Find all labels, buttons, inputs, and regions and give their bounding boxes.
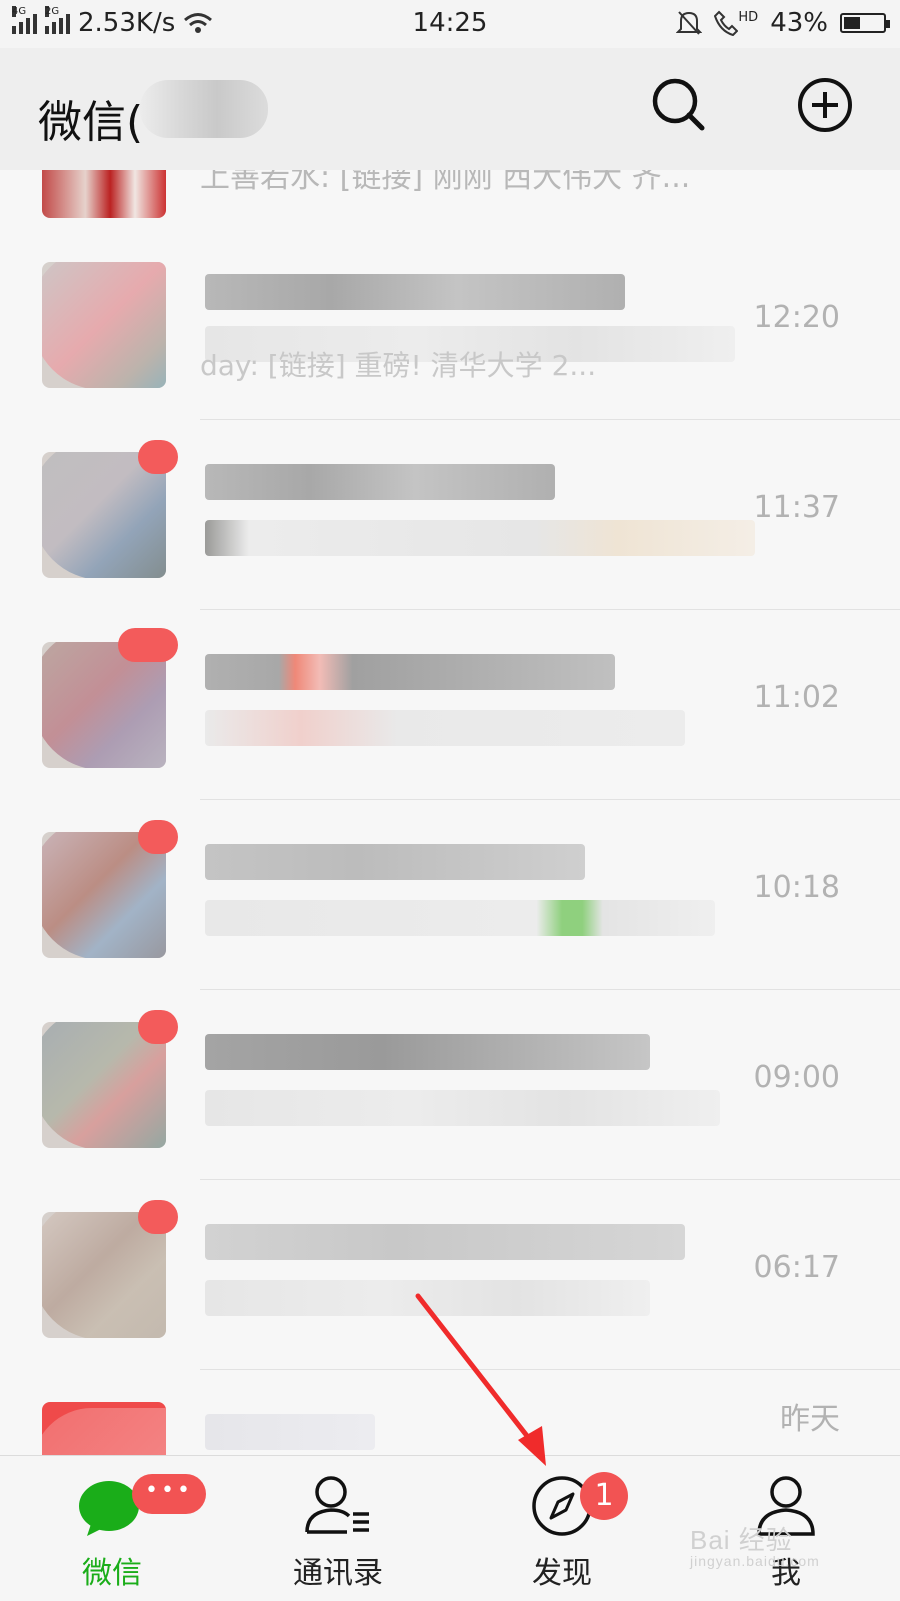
chat-time: 06:17 (753, 1250, 840, 1285)
discover-badge: 1 (580, 1472, 628, 1520)
blurred-chat-name (205, 1224, 685, 1260)
tab-contacts[interactable]: 通讯录 (258, 1456, 418, 1601)
search-icon (652, 78, 705, 131)
chat-time: 10:18 (753, 870, 840, 905)
tab-label: 发现 (532, 1556, 592, 1591)
status-right: HD 43% (676, 8, 890, 38)
battery-icon (840, 13, 890, 33)
chat-list[interactable]: 上善若水: [链接] 刚刚 西大伟大 齐... day: [链接] 重磅! 清华… (0, 170, 900, 1455)
unread-badge (138, 1200, 178, 1234)
watermark-brand: Bai 经验 (690, 1525, 793, 1555)
app-header: 微信( (0, 48, 900, 170)
chat-preview-text: day: [链接] 重磅! 清华大学 2... (200, 349, 597, 382)
chat-time: 09:00 (753, 1060, 840, 1095)
unread-more-badge: ••• (132, 1474, 206, 1514)
unread-badge (138, 820, 178, 854)
chat-row[interactable]: 09:00 (0, 990, 900, 1180)
chat-time: 11:02 (753, 680, 840, 715)
contacts-icon (305, 1476, 369, 1534)
blurred-chat-name (205, 654, 615, 690)
unread-badge (118, 628, 178, 662)
chat-time: 昨天 (780, 1402, 840, 1437)
chat-row-partial-top[interactable]: 上善若水: [链接] 刚刚 西大伟大 齐... (0, 170, 900, 230)
blurred-chat-name (205, 1034, 650, 1070)
status-bar: 4G 2G 2.53K/s 14:25 HD 43% (0, 0, 900, 48)
blurred-chat-preview (205, 1090, 720, 1126)
blurred-chat-preview (205, 520, 755, 556)
plus-circle-icon (798, 78, 852, 132)
chat-time: 12:20 (753, 300, 840, 335)
search-button[interactable] (646, 72, 712, 138)
unread-badge (138, 440, 178, 474)
chat-row[interactable]: 昨天 (0, 1370, 900, 1455)
blurred-chat-preview (205, 710, 685, 746)
battery-percent: 43% (770, 8, 828, 38)
blurred-chat-name (205, 1414, 375, 1450)
blurred-chat-name (205, 464, 555, 500)
tab-label: 通讯录 (293, 1556, 383, 1591)
chat-time: 11:37 (753, 490, 840, 525)
tab-label: 微信 (82, 1556, 142, 1591)
phone-icon (714, 10, 739, 36)
blurred-chat-preview (205, 900, 715, 936)
chat-row[interactable]: 11:37 (0, 420, 900, 610)
group-avatar (42, 262, 166, 388)
hd-label: HD (738, 9, 759, 25)
page-title: 微信( (38, 97, 144, 148)
chat-preview-text: 上善若水: [链接] 刚刚 西大伟大 齐... (200, 170, 691, 195)
mute-bell-icon (676, 11, 703, 35)
blurred-chat-preview (205, 1280, 650, 1316)
watermark-url: jingyan.baidu.com (690, 1553, 820, 1569)
baidu-jingyan-watermark: Bai 经验 jingyan.baidu.com (690, 1520, 820, 1569)
chat-row[interactable]: 11:02 (0, 610, 900, 800)
unread-badge (138, 1010, 178, 1044)
chat-row[interactable]: day: [链接] 重磅! 清华大学 2... 12:20 (0, 230, 900, 420)
blurred-chat-name (205, 274, 625, 310)
group-avatar (42, 170, 166, 218)
chat-row[interactable]: 06:17 (0, 1180, 900, 1370)
hd-call-indicator: HD (714, 10, 758, 36)
battery-fill (844, 17, 861, 29)
chat-row[interactable]: 10:18 (0, 800, 900, 990)
blurred-chat-name (205, 844, 585, 880)
group-avatar (42, 1402, 166, 1455)
add-button[interactable] (792, 72, 858, 138)
blurred-unread-count (140, 80, 268, 138)
